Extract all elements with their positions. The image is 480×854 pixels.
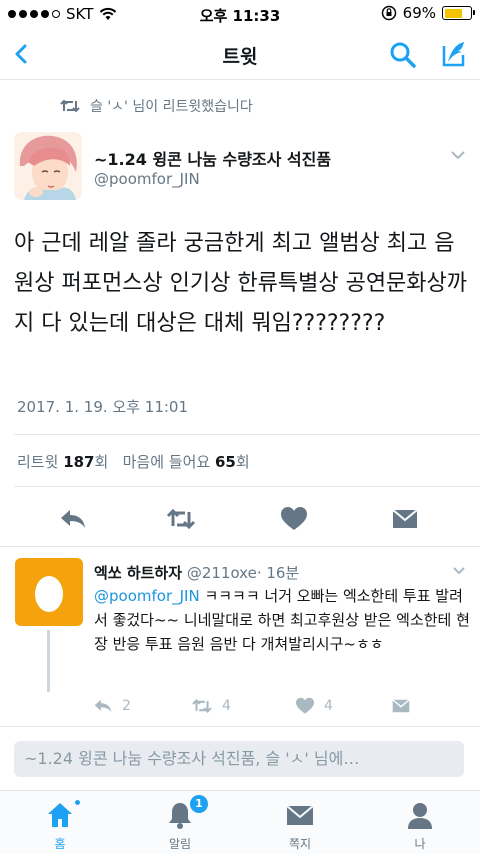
retweet-context-text: 슬 'ㅅ' 님이 리트윗했습니다 [90, 99, 253, 115]
battery-icon [442, 6, 475, 20]
battery-level [444, 8, 462, 18]
orientation-lock-icon [381, 5, 396, 21]
tab-label: 나 [414, 837, 426, 851]
tab-notifications[interactable]: 1 알림 [120, 791, 240, 854]
notification-badge: 1 [190, 795, 208, 813]
home-icon [48, 803, 72, 827]
envelope-icon [286, 805, 314, 825]
person-icon [408, 803, 432, 829]
author-handle[interactable]: @poomfor_JIN [94, 170, 200, 188]
reply-like-action[interactable]: 4 [294, 696, 333, 716]
tab-label: 알림 [168, 837, 192, 851]
tab-me[interactable]: 나 [360, 791, 480, 854]
tweet-timestamp: 2017. 1. 19. 오후 11:01 [17, 398, 189, 416]
divider [14, 486, 480, 487]
avatar-illustration [14, 132, 82, 200]
reply-time: · 16분 [256, 564, 300, 582]
retweet-small-icon [60, 99, 80, 113]
tab-messages[interactable]: 쪽지 [240, 791, 360, 854]
tweet-stats[interactable]: 리트윗 187회 마음에 들어요 65회 [17, 451, 250, 472]
like-stat-label: 마음에 들어요 [122, 453, 211, 471]
reply-reply-action[interactable]: 2 [92, 696, 131, 716]
retweet-context: 슬 'ㅅ' 님이 리트윗했습니다 [60, 96, 253, 116]
like-unit: 회 [235, 453, 250, 471]
reply-like-count: 4 [324, 698, 333, 714]
chevron-down-icon[interactable] [452, 566, 466, 575]
reply-input[interactable]: ~1.24 윙콘 나눔 수량조사 석진품, 슬 'ㅅ' 님에… [14, 741, 464, 777]
tab-home[interactable]: 홈 [0, 791, 120, 854]
reply-author-handle[interactable]: @211oxe [187, 564, 257, 582]
status-bar: SKT 오후 11:33 69% [0, 0, 480, 28]
divider [0, 726, 480, 727]
tab-label: 홈 [54, 837, 66, 851]
reply-retweet-action[interactable]: 4 [190, 696, 231, 716]
direct-message-icon[interactable] [390, 506, 420, 532]
reply-icon [94, 699, 112, 713]
nav-bar: 트윗 [0, 28, 480, 80]
reply-reply-count: 2 [122, 698, 131, 714]
retweet-stat-label: 리트윗 [17, 453, 59, 471]
reply-dm-action[interactable] [390, 696, 412, 716]
battery-percent: 69% [402, 4, 436, 22]
retweet-unit: 회 [94, 453, 109, 471]
chevron-down-icon[interactable] [450, 150, 466, 160]
author-avatar[interactable] [14, 132, 82, 200]
reply-mention[interactable]: @poomfor_JIN [94, 587, 200, 605]
reply-text: @poomfor_JIN ㅋㅋㅋㅋ 너거 오빠는 엑소한테 투표 발려서 좋겄다… [94, 584, 472, 656]
reply-icon[interactable] [58, 506, 88, 532]
divider [14, 434, 480, 435]
compose-tweet-icon[interactable] [438, 38, 470, 70]
reply-header: 엑쏘 하트하자 @211oxe· 16분 [94, 562, 299, 583]
unread-dot [74, 799, 81, 806]
tweet-text: 아 근데 레알 졸라 궁금한게 최고 앨범상 최고 음원상 퍼포먼스상 인기상 … [14, 231, 468, 336]
like-heart-icon [296, 697, 314, 714]
thread-line [47, 630, 50, 692]
status-right: 69% [381, 4, 475, 22]
tab-label: 쪽지 [288, 837, 312, 851]
like-count: 65 [214, 453, 236, 471]
reply-author-name[interactable]: 엑쏘 하트하자 [94, 564, 182, 582]
egg-icon [35, 576, 63, 612]
retweet-count: 187 [63, 453, 95, 471]
reply-author-avatar[interactable] [15, 558, 83, 626]
author-name[interactable]: ~1.24 윙콘 나눔 수량조사 석진품 [94, 146, 331, 170]
retweet-icon [192, 698, 212, 714]
direct-message-icon [392, 699, 410, 713]
reply-retweet-count: 4 [222, 698, 231, 714]
like-heart-icon[interactable] [279, 506, 309, 532]
search-icon[interactable] [388, 40, 418, 70]
tab-bar: 홈 1 알림 쪽지 나 [0, 790, 480, 854]
retweet-icon[interactable] [166, 506, 196, 532]
